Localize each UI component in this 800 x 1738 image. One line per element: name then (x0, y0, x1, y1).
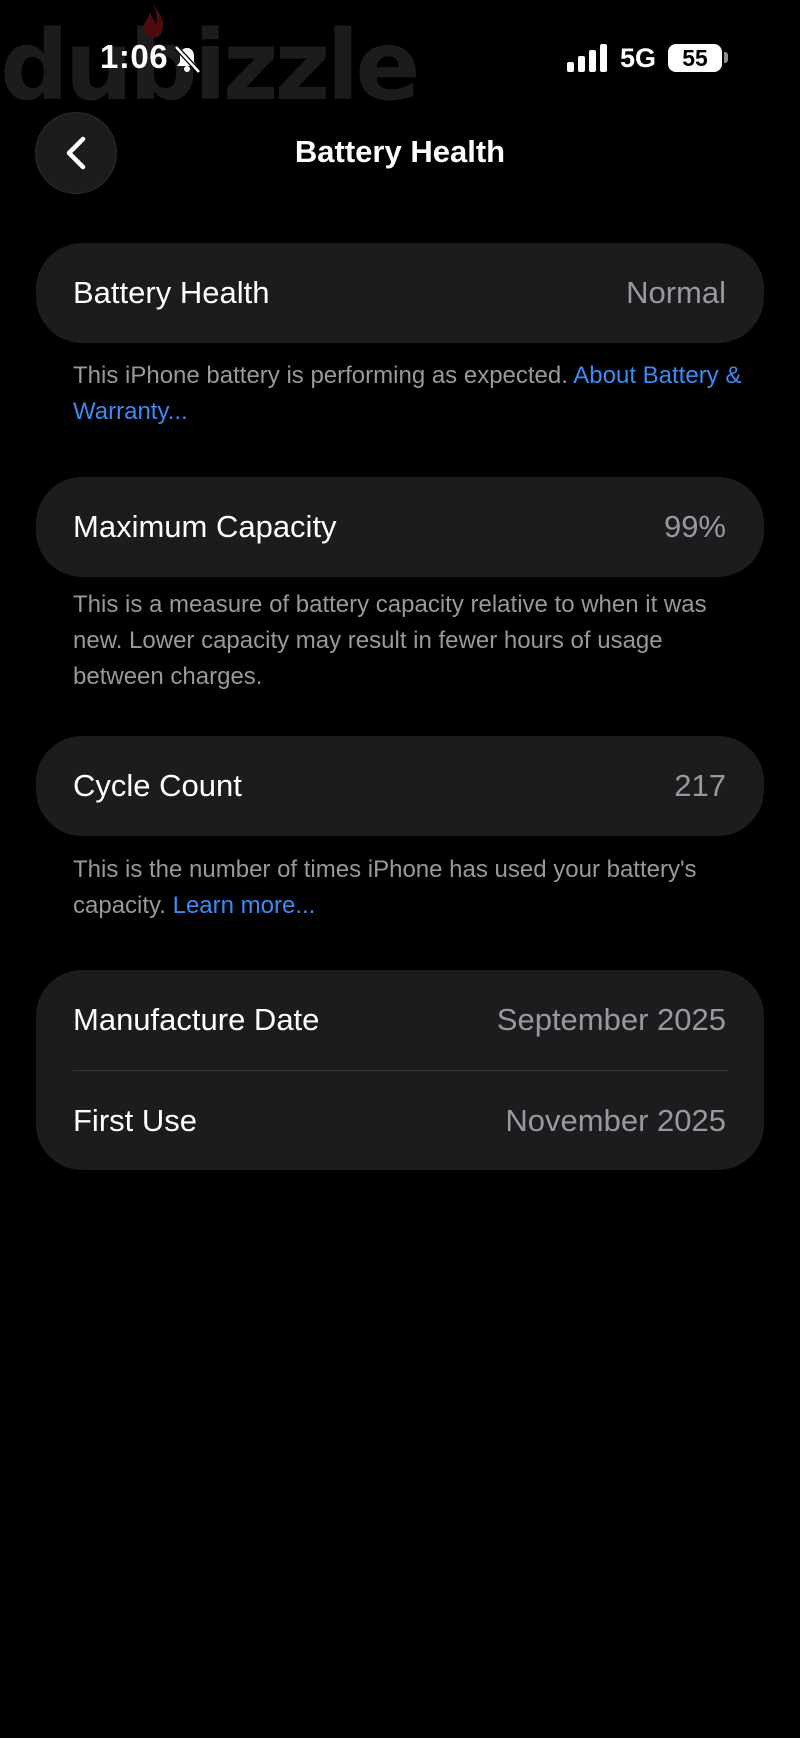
battery-dates-card: Manufacture Date September 2025 First Us… (36, 970, 764, 1170)
manufacture-date-value: September 2025 (496, 1002, 726, 1037)
battery-health-screen: dubizzle 1:06 5G 55 Battery Health Batte… (0, 0, 800, 1738)
learn-more-link[interactable]: Learn more... (173, 892, 316, 919)
battery-health-row: Battery Health Normal (36, 243, 764, 343)
battery-icon: 55 (668, 44, 722, 72)
network-type: 5G (620, 43, 657, 73)
battery-tip (724, 52, 728, 63)
maximum-capacity-note: This is a measure of battery capacity re… (73, 587, 743, 695)
first-use-label: First Use (73, 1102, 197, 1138)
maximum-capacity-card: Maximum Capacity 99% (36, 477, 764, 577)
cycle-count-row: Cycle Count 217 (36, 736, 764, 836)
battery-health-value: Normal (626, 275, 726, 310)
maximum-capacity-note-text: This is a measure of battery capacity re… (73, 591, 707, 690)
manufacture-date-label: Manufacture Date (73, 1002, 320, 1037)
manufacture-date-row: Manufacture Date September 2025 (36, 970, 764, 1070)
signal-icon (567, 44, 607, 72)
maximum-capacity-label: Maximum Capacity (73, 509, 337, 544)
page-title: Battery Health (294, 134, 506, 169)
battery-level: 55 (682, 44, 708, 71)
first-use-row: First Use November 2025 (36, 1071, 764, 1170)
battery-health-label: Battery Health (73, 275, 270, 310)
status-bar: 1:06 5G 55 (0, 0, 800, 110)
bell-slash-icon (174, 45, 201, 74)
battery-health-card: Battery Health Normal (36, 243, 764, 343)
battery-health-note-text: This iPhone battery is performing as exp… (73, 362, 574, 389)
battery-health-note: This iPhone battery is performing as exp… (73, 358, 743, 430)
cycle-count-note-text: This is the number of times iPhone has u… (73, 856, 697, 919)
cycle-count-value: 217 (674, 768, 726, 803)
cycle-count-note: This is the number of times iPhone has u… (73, 852, 743, 924)
cycle-count-card: Cycle Count 217 (36, 736, 764, 836)
maximum-capacity-value: 99% (663, 509, 726, 544)
maximum-capacity-row: Maximum Capacity 99% (36, 477, 764, 577)
cycle-count-label: Cycle Count (73, 768, 242, 803)
first-use-value: November 2025 (505, 1102, 726, 1138)
status-time: 1:06 (100, 38, 169, 75)
